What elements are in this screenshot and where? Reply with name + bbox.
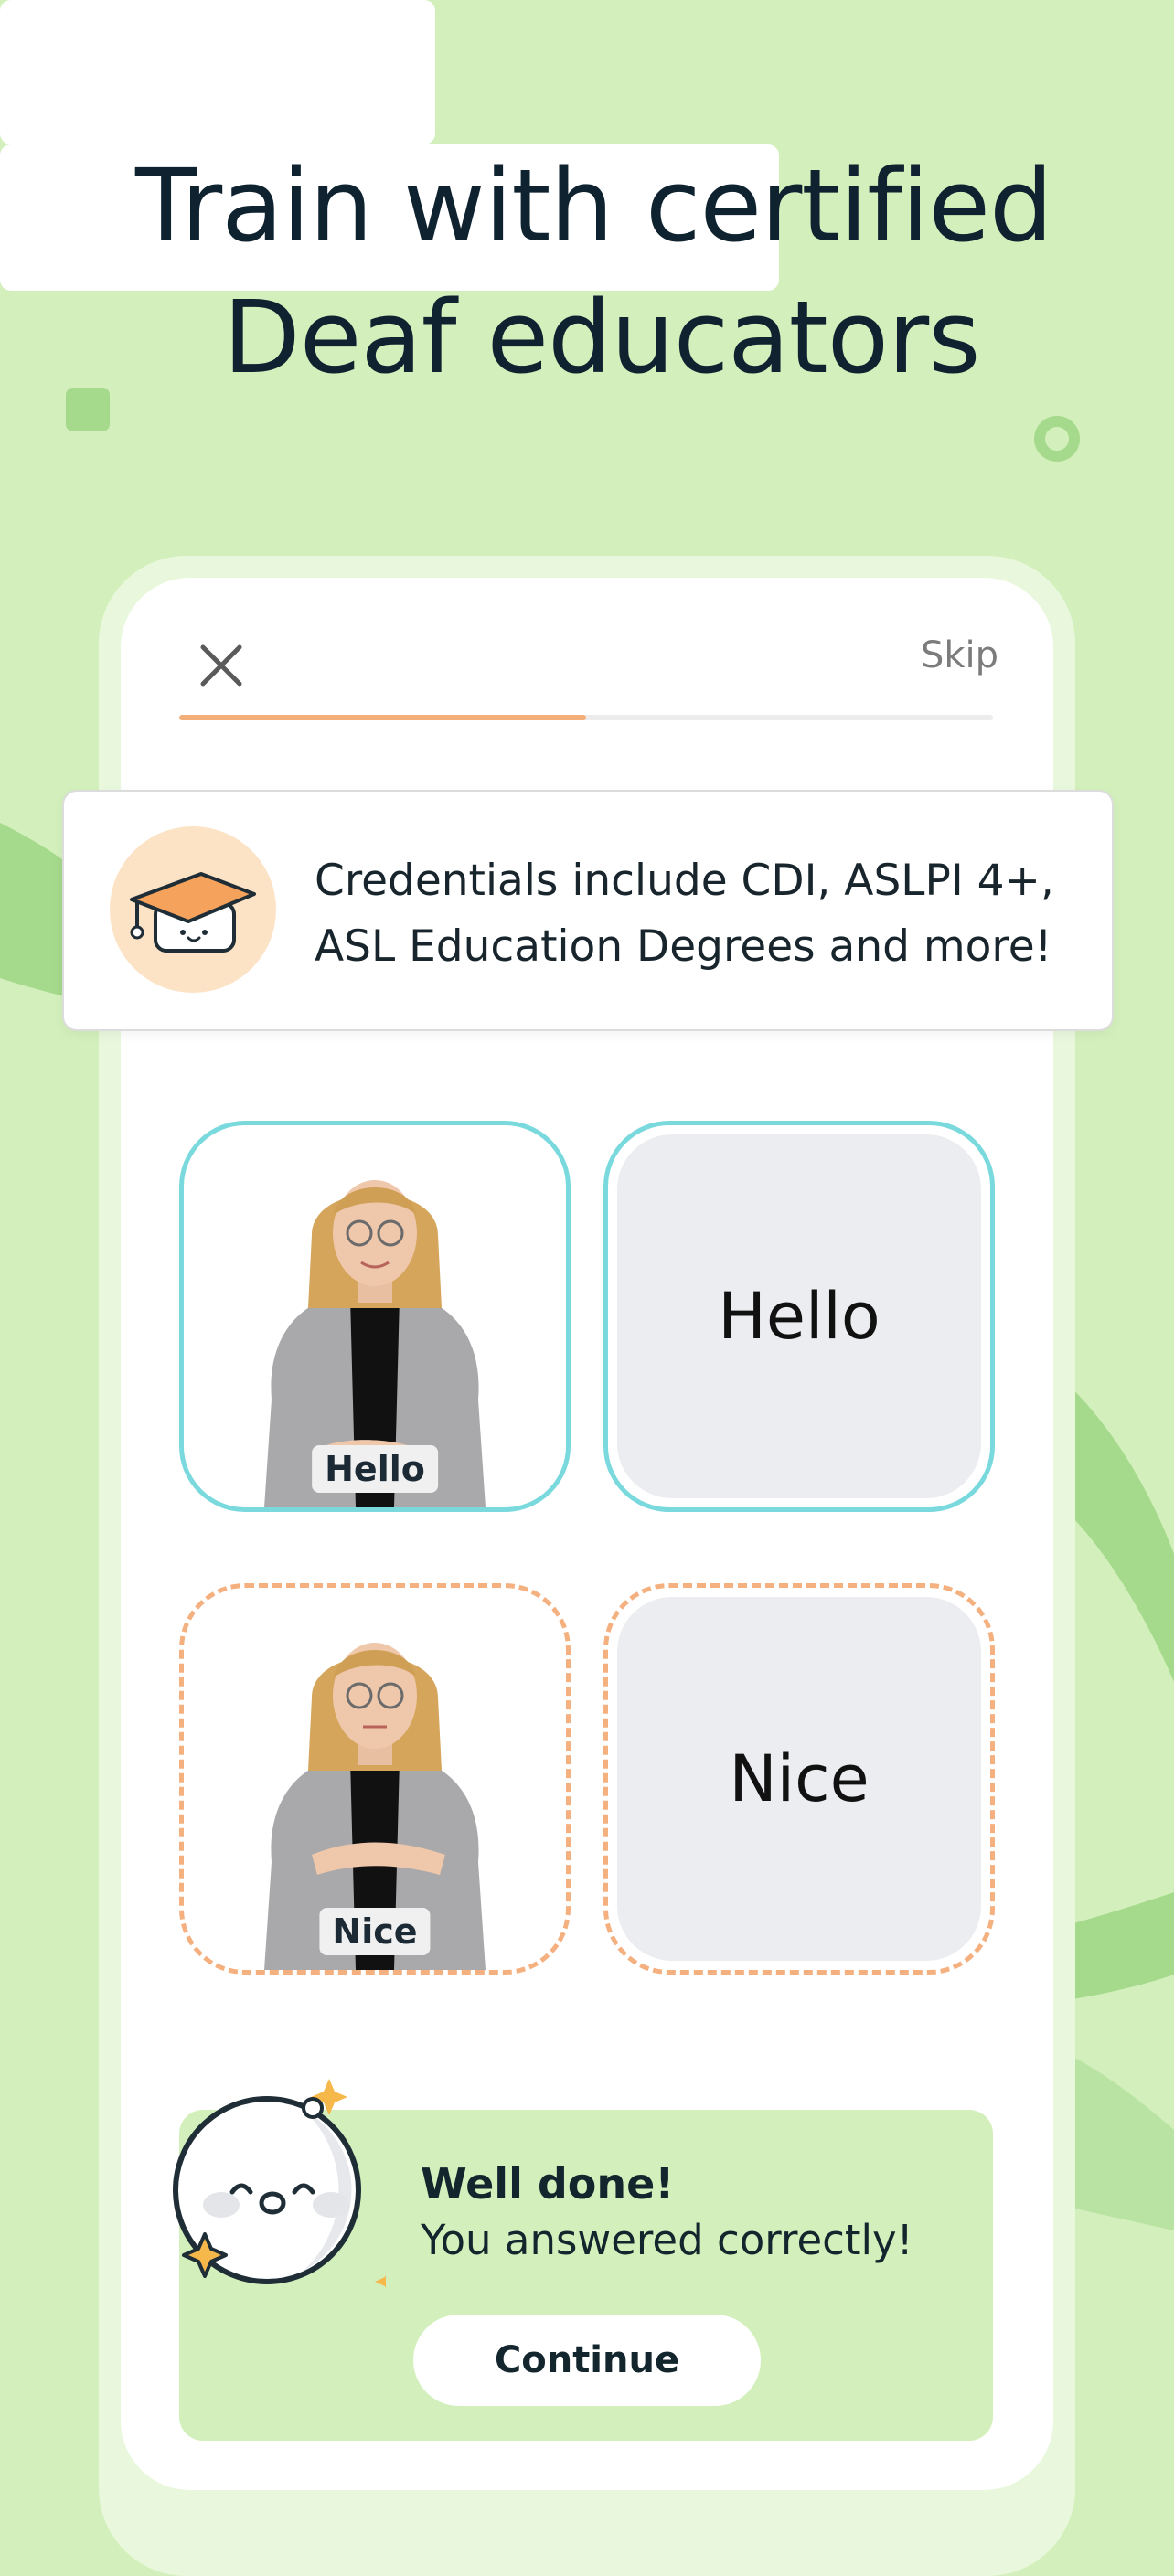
word-card-label: Nice — [617, 1597, 981, 1961]
word-card-hello[interactable]: Hello — [603, 1121, 995, 1512]
continue-button[interactable]: Continue — [413, 2315, 761, 2406]
mascot-moon-icon — [173, 2079, 386, 2289]
headline-line1-text: Train with — [135, 147, 614, 264]
headline-line2-highlight: Deaf educators — [223, 279, 981, 396]
word-card-label: Hello — [617, 1134, 981, 1498]
word-card-nice[interactable]: Nice — [603, 1583, 995, 1975]
feedback-title: Well done! — [421, 2159, 675, 2209]
headline: Train with certified Deaf educators — [0, 0, 1174, 430]
lesson-progress-fill — [179, 715, 586, 720]
video-caption: Hello — [312, 1445, 438, 1493]
graduation-cap-icon — [110, 826, 276, 993]
lesson-progress-bar — [179, 715, 993, 720]
close-button[interactable] — [192, 636, 251, 695]
video-caption: Nice — [319, 1908, 431, 1955]
close-icon — [200, 644, 242, 687]
video-card-nice[interactable]: Nice — [179, 1583, 571, 1975]
headline-line1-highlight: certified — [646, 147, 1053, 264]
credentials-text: Credentials include CDI, ASLPI 4+, ASL E… — [315, 856, 1054, 972]
credentials-banner: Credentials include CDI, ASLPI 4+, ASL E… — [62, 790, 1114, 1031]
skip-button[interactable]: Skip — [896, 634, 998, 676]
headline-highlight-box — [0, 0, 435, 144]
feedback-message: You answered correctly! — [421, 2216, 913, 2264]
video-card-hello[interactable]: Hello — [179, 1121, 571, 1512]
